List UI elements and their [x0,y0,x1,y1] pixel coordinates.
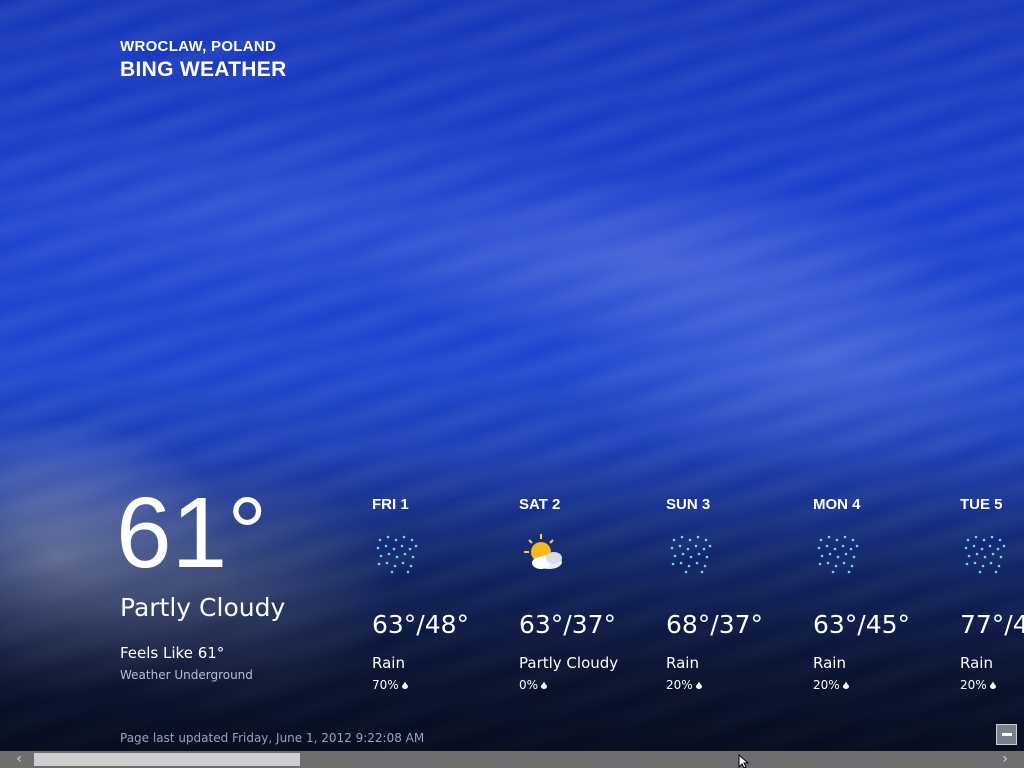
horizontal-scrollbar[interactable]: ‹ › [0,751,1024,768]
rain-icon [376,535,418,574]
raindrop-icon [401,681,408,689]
forecast-day-name: SUN 3 [666,496,711,513]
forecast-temps: 77°/4 [960,610,1024,639]
raindrop-icon [541,681,548,689]
forecast-precip: 20% [666,678,806,692]
precip-value: 20% [666,678,693,692]
raindrop-icon [989,681,996,689]
current-condition: Partly Cloudy [120,593,286,622]
forecast-temps: 63°/45° [813,610,911,639]
forecast-condition: Partly Cloudy [519,654,619,672]
last-updated-label: Page last updated Friday, June 1, 2012 9… [120,731,425,745]
semantic-zoom-button[interactable] [996,724,1017,745]
forecast-day-name: TUE 5 [960,496,1003,513]
forecast-day-name: MON 4 [813,496,861,513]
precip-value: 20% [813,678,840,692]
forecast-temps: 63°/48° [372,610,470,639]
forecast-condition: Rain [372,654,405,672]
weather-app-screen: WROCLAW, POLAND BING WEATHER 61° Partly … [0,0,1024,768]
rain-icon [670,535,712,574]
current-temperature: 61° [116,477,268,589]
forecast-condition: Rain [960,654,993,672]
precip-value: 0% [519,678,539,692]
forecast-day-mon[interactable]: MON 4 63°/45° Rain 20% [813,496,953,692]
forecast-precip: 20% [960,678,1024,692]
forecast-day-fri[interactable]: FRI 1 63°/48° Rain 70% [372,496,512,692]
scrollbar-thumb[interactable] [34,753,300,766]
app-title: BING WEATHER [120,58,287,81]
minus-icon [1001,733,1012,736]
rain-icon [964,535,1006,574]
precip-value: 70% [372,678,399,692]
forecast-precip: 0% [519,678,659,692]
weather-provider[interactable]: Weather Underground [120,668,253,682]
forecast-condition: Rain [813,654,846,672]
mouse-cursor-icon [738,754,750,768]
scroll-right-arrow[interactable]: › [990,751,1020,768]
scroll-left-arrow[interactable]: ‹ [4,751,34,768]
forecast-condition: Rain [666,654,699,672]
raindrop-icon [842,681,849,689]
location-label[interactable]: WROCLAW, POLAND [120,38,276,55]
forecast-day-name: FRI 1 [372,496,409,513]
precip-value: 20% [960,678,987,692]
partly-cloudy-icon [524,534,562,569]
forecast-day-name: SAT 2 [519,496,561,513]
feels-like-label: Feels Like 61° [120,644,225,662]
forecast-day-tue[interactable]: TUE 5 77°/4 Rain 20% [960,496,1024,692]
forecast-temps: 63°/37° [519,610,617,639]
forecast-precip: 70% [372,678,512,692]
forecast-precip: 20% [813,678,953,692]
forecast-day-sat[interactable]: SAT 2 63°/37° Partly Cloudy 0% [519,496,659,692]
rain-icon [817,535,859,574]
raindrop-icon [695,681,702,689]
forecast-day-sun[interactable]: SUN 3 68°/37° Rain 20% [666,496,806,692]
forecast-temps: 68°/37° [666,610,764,639]
